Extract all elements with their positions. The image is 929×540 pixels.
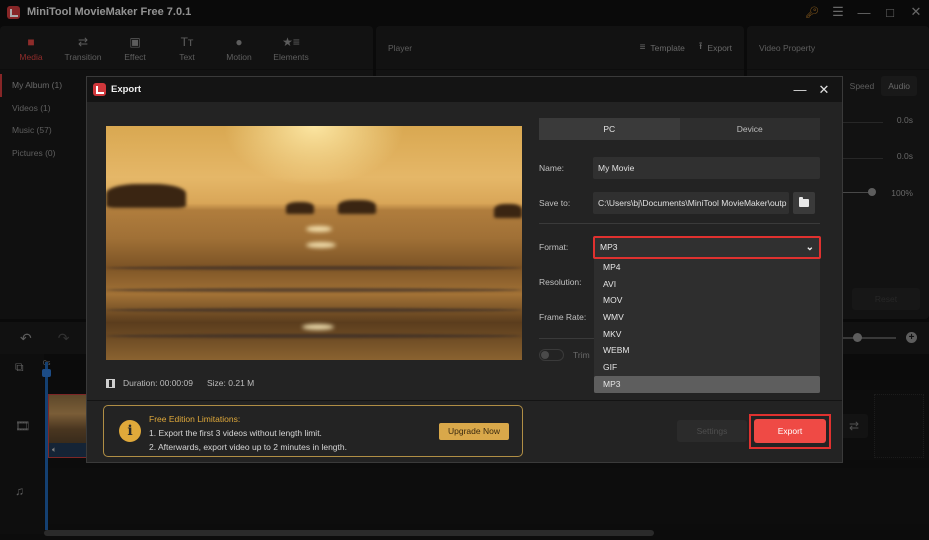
export-button[interactable]: Export	[754, 419, 826, 443]
preview-glint	[301, 324, 334, 330]
dialog-controls: — ✕	[788, 77, 836, 102]
preview-wave	[106, 266, 522, 270]
export-target-tabs: PC Device	[539, 118, 820, 140]
format-select[interactable]: MP3 ⌄	[593, 236, 821, 259]
format-option-webm[interactable]: WEBM	[594, 342, 820, 359]
frame-rate-label: Frame Rate:	[539, 312, 587, 322]
export-dialog: Export — ✕ Duration: 00:00:09 Size: 0.21…	[86, 76, 843, 463]
tab-device[interactable]: Device	[679, 118, 820, 140]
format-option-gif[interactable]: GIF	[594, 359, 820, 376]
dialog-header: Export — ✕	[87, 77, 842, 102]
close-icon[interactable]: ✕	[812, 82, 836, 98]
moviemaker-app: MiniTool MovieMaker Free 7.0.1 🔑︎ ☰ — □ …	[0, 0, 929, 540]
size-label: Size:	[206, 378, 226, 388]
format-selected-value: MP3	[600, 242, 618, 252]
browse-folder-icon[interactable]	[793, 192, 815, 214]
dialog-footer-divider	[87, 400, 842, 401]
limitations-title: Free Edition Limitations:	[149, 414, 241, 424]
preview-wave	[106, 334, 522, 338]
save-to-label: Save to:	[539, 198, 571, 208]
format-dropdown: MP4 AVI MOV WMV MKV WEBM GIF MP3	[594, 259, 820, 393]
preview-island	[286, 202, 314, 214]
form-divider	[539, 223, 820, 224]
format-option-mkv[interactable]: MKV	[594, 326, 820, 343]
save-to-input[interactable]: C:\Users\bj\Documents\MiniTool MovieMake…	[593, 192, 789, 214]
export-logo-icon	[93, 83, 106, 96]
format-option-avi[interactable]: AVI	[594, 276, 820, 293]
trim-toggle[interactable]	[539, 349, 564, 361]
chevron-down-icon: ⌄	[805, 242, 814, 253]
export-meta: Duration: 00:00:09 Size: 0.21 M	[106, 378, 254, 388]
dialog-title: Export	[111, 84, 142, 95]
name-label: Name:	[539, 163, 565, 173]
upgrade-now-button[interactable]: Upgrade Now	[439, 423, 509, 440]
name-input[interactable]: My Movie	[593, 157, 820, 179]
preview-island	[106, 184, 186, 208]
minimize-icon[interactable]: —	[788, 82, 812, 97]
format-option-mov[interactable]: MOV	[594, 292, 820, 309]
resolution-label: Resolution:	[539, 277, 582, 287]
duration-value: 00:00:09	[159, 378, 193, 388]
preview-island	[494, 204, 522, 218]
format-option-wmv[interactable]: WMV	[594, 309, 820, 326]
preview-wave	[106, 288, 522, 292]
free-edition-limitations: i Free Edition Limitations: 1. Export th…	[103, 405, 523, 457]
tab-pc[interactable]: PC	[539, 118, 680, 140]
size-value: 0.21 M	[228, 378, 255, 388]
preview-island	[338, 200, 376, 214]
limitation-line-1: 1. Export the first 3 videos without len…	[149, 428, 322, 438]
format-option-mp4[interactable]: MP4	[594, 259, 820, 276]
limitation-line-2: 2. Afterwards, export video up to 2 minu…	[149, 442, 347, 452]
format-label: Format:	[539, 242, 569, 252]
info-icon: i	[119, 420, 141, 442]
preview-glint	[305, 242, 336, 248]
film-icon	[106, 378, 115, 388]
duration-label: Duration:	[123, 378, 158, 388]
format-option-mp3[interactable]: MP3	[594, 375, 820, 393]
trim-label: Trim	[573, 350, 590, 360]
preview-wave	[106, 308, 522, 312]
settings-button[interactable]: Settings	[677, 420, 747, 442]
preview-glint	[305, 226, 332, 232]
video-preview	[106, 126, 522, 360]
